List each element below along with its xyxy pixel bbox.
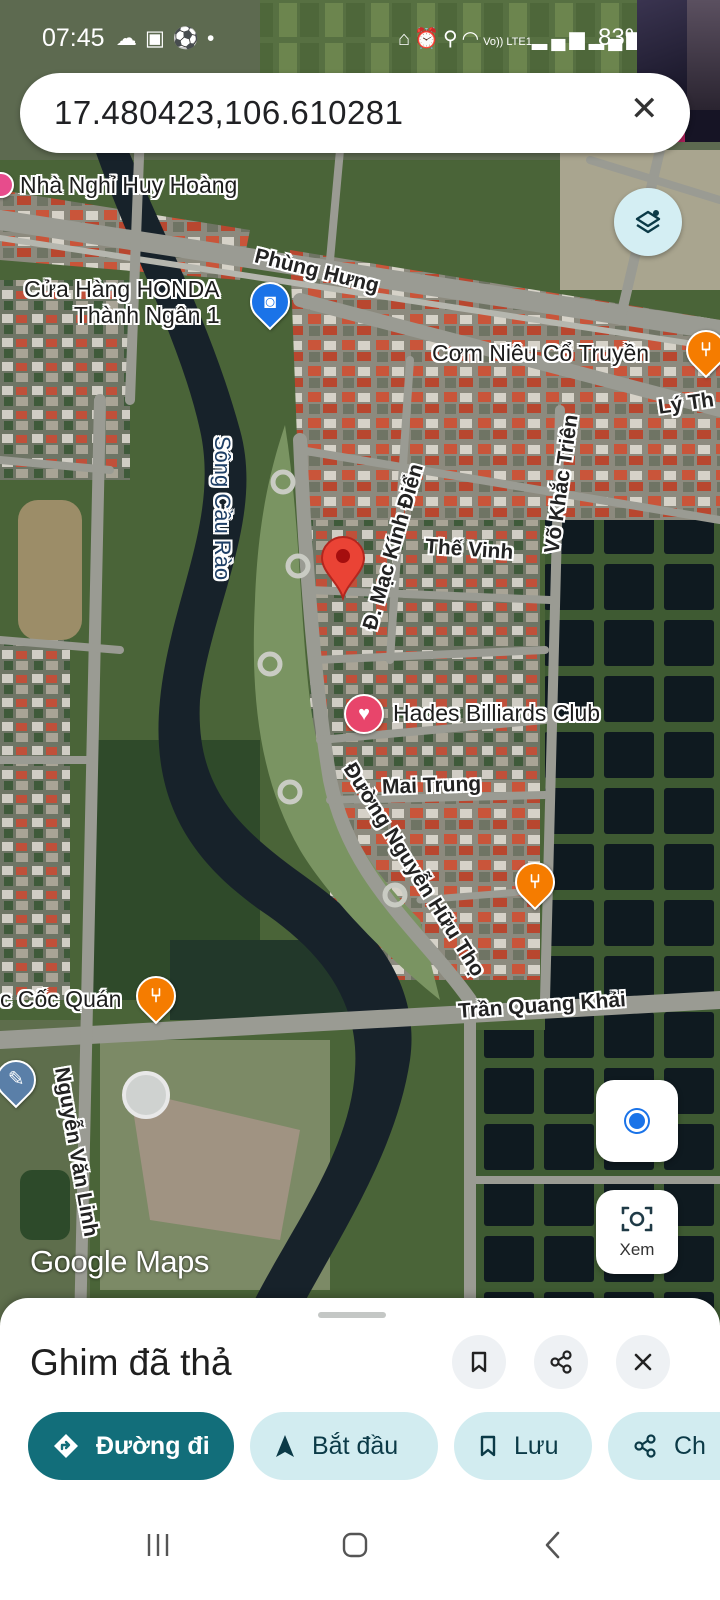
share-icon [634, 1434, 656, 1458]
sheet-drag-handle[interactable] [318, 1312, 386, 1318]
place-label-nha-nghi[interactable]: Nhà Nghỉ Huy Hoàng [20, 172, 237, 199]
share-button[interactable] [534, 1335, 588, 1389]
image-icon: ▣ [145, 27, 173, 50]
recent-apps-button[interactable] [133, 1520, 183, 1570]
home-icon [342, 1532, 368, 1558]
soccer-ball-icon: ⚽ [172, 27, 207, 50]
lens-label: Xem [619, 1240, 655, 1259]
volte-icon: Vo)) LTE1 [483, 36, 532, 48]
bookmark-icon [471, 1351, 487, 1373]
save-label: Lưu [514, 1431, 559, 1460]
layers-button[interactable] [614, 188, 682, 256]
heart-icon[interactable]: ♥ [344, 694, 384, 734]
start-navigation-chip[interactable]: Bắt đầu [250, 1412, 438, 1480]
dot-icon: • [207, 27, 223, 50]
recent-apps-icon [147, 1534, 169, 1556]
directions-chip[interactable]: Đường đi [28, 1412, 234, 1480]
home-button[interactable] [330, 1520, 380, 1570]
directions-icon [54, 1434, 78, 1458]
back-icon [545, 1531, 560, 1559]
cloud-icon: ☁ [116, 27, 145, 50]
save-chip[interactable]: Lưu [454, 1412, 592, 1480]
system-navigation-bar [0, 1490, 720, 1600]
camera-icon [621, 1206, 653, 1232]
place-label-hades-billiards[interactable]: Hades Billiards Club [393, 700, 600, 727]
place-label-cua-hang-honda[interactable]: Cửa Hàng HONDA Thành Ngân 1 [24, 276, 220, 328]
back-button[interactable] [528, 1520, 578, 1570]
start-label: Bắt đầu [312, 1431, 399, 1460]
clear-search-icon[interactable]: ✕ [630, 89, 659, 129]
close-icon [634, 1353, 652, 1371]
action-chip-row: Đường đi Bắt đầu Lưu Ch [0, 1410, 720, 1482]
search-query[interactable]: 17.480423,106.610281 [54, 94, 404, 132]
pip-background [687, 0, 720, 110]
bookmark-icon [480, 1435, 496, 1457]
share-icon [550, 1350, 572, 1374]
road-label-mai-trung: Mai Trung [381, 772, 482, 799]
navigation-arrow-icon [276, 1435, 294, 1457]
place-label-coc-quan[interactable]: c Cốc Quán [0, 986, 121, 1013]
status-notification-icons: ☁▣⚽• [116, 26, 222, 51]
alarm-icon: ⏰ [414, 28, 443, 50]
wifi-icon: ◠ [461, 28, 484, 50]
share-chip[interactable]: Ch [608, 1412, 720, 1480]
lock-icon: ⌂ [398, 28, 415, 50]
place-label-com-nieu[interactable]: Cơm Niêu Cổ Truyền [432, 340, 649, 367]
google-maps-logo: Google Maps [30, 1244, 209, 1279]
share-label: Ch [674, 1431, 706, 1460]
signal-icon: ▂▄▆ [531, 28, 589, 50]
sheet-title: Ghim đã thả [30, 1342, 232, 1383]
location-icon: ⚲ [443, 28, 462, 50]
lens-button[interactable]: Xem [596, 1190, 678, 1274]
status-time: 07:45 [42, 24, 105, 52]
river-label-song-cau-rao: Sông Cầu Rào [210, 435, 236, 581]
my-location-button[interactable] [596, 1080, 678, 1162]
bookmark-button[interactable] [452, 1335, 506, 1389]
my-location-icon [626, 1110, 648, 1132]
directions-label: Đường đi [96, 1431, 210, 1460]
layers-icon [635, 210, 661, 234]
status-bar: 07:45 ☁▣⚽• ⌂⏰⚲◠Vo)) LTE1▂▄▆▂▄▆ 83% ▮ [0, 0, 720, 72]
search-bar[interactable]: 17.480423,106.610281 ✕ [20, 73, 690, 153]
close-sheet-button[interactable] [616, 1335, 670, 1389]
